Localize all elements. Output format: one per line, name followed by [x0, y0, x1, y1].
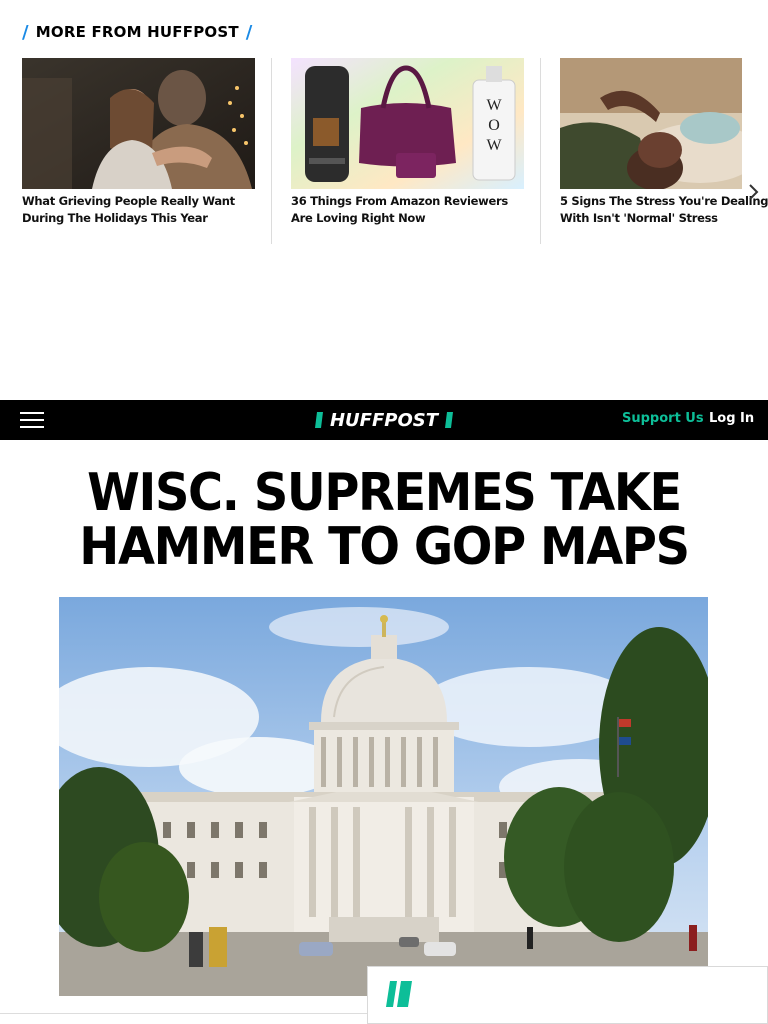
card-divider [540, 58, 541, 244]
more-card-2-title[interactable]: 36 Things From Amazon Reviewers Are Lovi… [291, 193, 531, 227]
card-divider [271, 58, 272, 244]
article-headline: WISC. SUPREMES TAKE HAMMER TO GOP MAPS [79, 463, 690, 577]
more-card-3-title[interactable]: 5 Signs The Stress You're Dealing With I… [560, 193, 768, 227]
svg-text:W: W [486, 97, 502, 114]
support-us-link[interactable]: Support Us [622, 411, 704, 426]
amazon-products-image[interactable]: W O W [291, 58, 524, 189]
logo-text: HUFFPOST [330, 410, 440, 430]
couple-hugging-image[interactable] [22, 58, 255, 189]
more-card-3[interactable]: 5 Signs The Stress You're Dealing With I… [560, 58, 768, 244]
hamburger-menu-icon[interactable] [20, 412, 44, 428]
site-navbar: HUFFPOST Support Us Log In [0, 400, 768, 440]
svg-text:W: W [486, 137, 502, 154]
more-from-carousel: What Grieving People Really Want During … [22, 58, 768, 244]
huffpost-slash-logo-icon [384, 979, 414, 1009]
more-card-1-title[interactable]: What Grieving People Really Want During … [22, 193, 262, 227]
svg-text:O: O [488, 117, 500, 134]
slash-left-icon: / [22, 21, 29, 43]
more-card-2[interactable]: W O W 36 Things From Amazon Reviewers Ar… [291, 58, 524, 244]
page-divider [0, 1013, 368, 1014]
more-from-header: / MORE FROM HUFFPOST / [22, 21, 253, 43]
sticky-ad-banner[interactable] [367, 966, 768, 1024]
slash-right-icon: / [245, 21, 253, 43]
more-card-1[interactable]: What Grieving People Really Want During … [22, 58, 255, 244]
chevron-right-icon[interactable] [744, 180, 764, 204]
huffpost-logo[interactable]: HUFFPOST [315, 410, 453, 431]
log-in-link[interactable]: Log In [709, 411, 754, 426]
stressed-man-image[interactable] [560, 58, 742, 189]
capitol-hero-image[interactable] [59, 597, 708, 996]
more-from-title: MORE FROM HUFFPOST [35, 23, 239, 41]
